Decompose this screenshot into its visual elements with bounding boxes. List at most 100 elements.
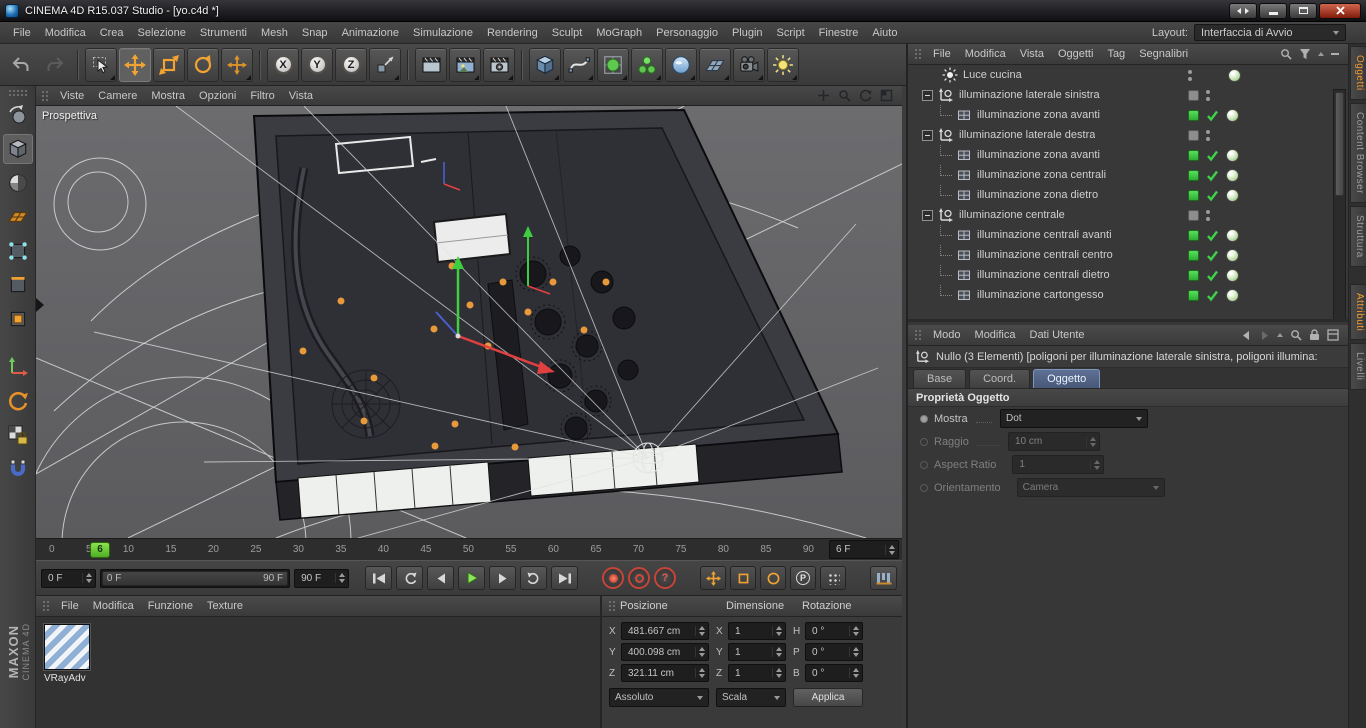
tag-icon[interactable] (1226, 149, 1239, 162)
om-menu-oggetti[interactable]: Oggetti (1051, 45, 1100, 63)
tree-row-illuminazione-laterale-sinistra[interactable]: illuminazione laterale sinistra (908, 85, 1348, 105)
select-tool-button[interactable] (85, 48, 117, 82)
material-menu-funzione[interactable]: Funzione (141, 597, 200, 615)
position-y-field[interactable]: 400.098 cm (621, 643, 709, 661)
scrollbar-thumb[interactable] (1335, 92, 1344, 196)
visibility-dots[interactable] (1206, 210, 1210, 221)
tree-row-luce-cucina[interactable]: Luce cucina (908, 65, 1348, 85)
menu-sculpt[interactable]: Sculpt (545, 24, 590, 42)
add-subdivision-surface-button[interactable] (597, 48, 629, 82)
workplane-mode-button[interactable] (3, 202, 33, 232)
animation-dot[interactable] (920, 438, 928, 446)
search-icon[interactable] (1280, 48, 1292, 60)
add-spline-button[interactable] (563, 48, 595, 82)
menu-mograph[interactable]: MoGraph (589, 24, 649, 42)
play-forwards-loop-button[interactable] (520, 566, 547, 590)
scroll-up-icon[interactable] (1318, 52, 1324, 56)
render-picture-viewer-button[interactable] (449, 48, 481, 82)
tree-row-illuminazione-laterale-destra[interactable]: illuminazione laterale destra (908, 125, 1348, 145)
current-frame-marker[interactable]: 6 (90, 542, 110, 558)
tab-oggetto[interactable]: Oggetto (1033, 369, 1100, 388)
tag-icon[interactable] (1226, 169, 1239, 182)
viewport-grip[interactable] (40, 89, 49, 103)
render-flag-chip[interactable] (1188, 230, 1199, 241)
dimension-x-field[interactable]: 1 (728, 622, 786, 640)
side-tab-struttura[interactable]: Struttura (1350, 206, 1366, 267)
check-icon[interactable] (1206, 229, 1219, 242)
render-flag-chip[interactable] (1188, 170, 1199, 181)
menu-simulazione[interactable]: Simulazione (406, 24, 480, 42)
apply-button[interactable]: Applica (793, 688, 863, 707)
tag-icon[interactable] (1226, 229, 1239, 242)
spinner[interactable] (335, 573, 345, 583)
dimension-y-field[interactable]: 1 (728, 643, 786, 661)
material-manager-grip[interactable] (41, 599, 50, 613)
timeline-window-button[interactable] (870, 566, 897, 590)
material-item[interactable]: VRayAdv (44, 624, 96, 684)
render-flag-chip[interactable] (1188, 110, 1199, 121)
range-end-field[interactable]: 90 F (294, 569, 349, 588)
menu-finestre[interactable]: Finestre (812, 24, 866, 42)
menu-animazione[interactable]: Animazione (335, 24, 406, 42)
visibility-dots[interactable] (1206, 90, 1210, 101)
coordinate-system-button[interactable] (369, 48, 401, 82)
history-forward-icon[interactable] (1259, 330, 1270, 341)
render-settings-button[interactable] (483, 48, 515, 82)
spinner[interactable] (885, 545, 895, 555)
rotation-h-field[interactable]: 0 ° (805, 622, 863, 640)
polygons-mode-button[interactable] (3, 304, 33, 334)
visibility-dots[interactable] (1188, 70, 1192, 81)
range-thumb[interactable]: 0 F 90 F (102, 571, 288, 586)
tree-row-zona-dietro[interactable]: illuminazione zona dietro (908, 185, 1348, 205)
spinner[interactable] (695, 626, 705, 636)
menu-mesh[interactable]: Mesh (254, 24, 295, 42)
add-floor-button[interactable] (699, 48, 731, 82)
layer-chip[interactable] (1188, 90, 1199, 101)
pin-icon[interactable] (1277, 333, 1283, 337)
undo-button[interactable] (5, 48, 37, 82)
animation-dot[interactable] (920, 461, 928, 469)
tree-row-zona-avanti-1[interactable]: illuminazione zona avanti (908, 105, 1348, 125)
attribute-manager-grip[interactable] (913, 328, 922, 342)
add-environment-button[interactable] (665, 48, 697, 82)
raggio-field[interactable]: 10 cm (1008, 432, 1100, 451)
next-frame-button[interactable] (489, 566, 516, 590)
play-backwards-button[interactable] (396, 566, 423, 590)
menu-selezione[interactable]: Selezione (131, 24, 193, 42)
history-back-icon[interactable] (1241, 330, 1252, 341)
side-tab-oggetti[interactable]: Oggetti (1350, 46, 1366, 100)
panel-layout-icon[interactable] (1327, 329, 1339, 341)
filter-icon[interactable] (1299, 48, 1311, 60)
om-menu-tag[interactable]: Tag (1100, 45, 1132, 63)
goto-start-button[interactable] (365, 566, 392, 590)
om-menu-segnalibri[interactable]: Segnalibri (1132, 45, 1195, 63)
om-menu-file[interactable]: File (926, 45, 958, 63)
layout-select[interactable]: Interfaccia di Avvio (1194, 24, 1346, 41)
tag-icon[interactable] (1226, 289, 1239, 302)
check-icon[interactable] (1206, 149, 1219, 162)
minimize-button[interactable] (1259, 3, 1287, 19)
dimension-z-field[interactable]: 1 (728, 664, 786, 682)
enable-axis-button[interactable] (3, 352, 33, 382)
timeline-ruler[interactable]: 0 5 10 15 20 25 30 35 40 45 50 55 60 65 … (39, 541, 824, 559)
position-z-field[interactable]: 321.11 cm (621, 664, 709, 682)
animation-dot[interactable] (920, 415, 928, 423)
side-tab-livelli[interactable]: Livelli (1350, 343, 1366, 390)
lock-y-axis-button[interactable]: Y (301, 48, 333, 82)
previous-frame-button[interactable] (427, 566, 454, 590)
last-tool-button[interactable] (221, 48, 253, 82)
render-flag-chip[interactable] (1188, 150, 1199, 161)
spinner[interactable] (849, 626, 859, 636)
viewport-menu-vista[interactable]: Vista (282, 87, 320, 105)
timeline-range-slider[interactable]: 0 F 90 F (100, 569, 290, 588)
menu-snap[interactable]: Snap (295, 24, 335, 42)
edges-mode-button[interactable] (3, 270, 33, 300)
object-tree-scrollbar[interactable] (1333, 89, 1346, 322)
add-cube-button[interactable] (529, 48, 561, 82)
am-menu-modifica[interactable]: Modifica (968, 326, 1023, 344)
tree-row-illuminazione-centrale[interactable]: illuminazione centrale (908, 205, 1348, 225)
menu-modifica[interactable]: Modifica (38, 24, 93, 42)
menu-file[interactable]: File (6, 24, 38, 42)
palette-grip[interactable] (8, 89, 28, 96)
tree-row-centrali-dietro[interactable]: illuminazione centrali dietro (908, 265, 1348, 285)
